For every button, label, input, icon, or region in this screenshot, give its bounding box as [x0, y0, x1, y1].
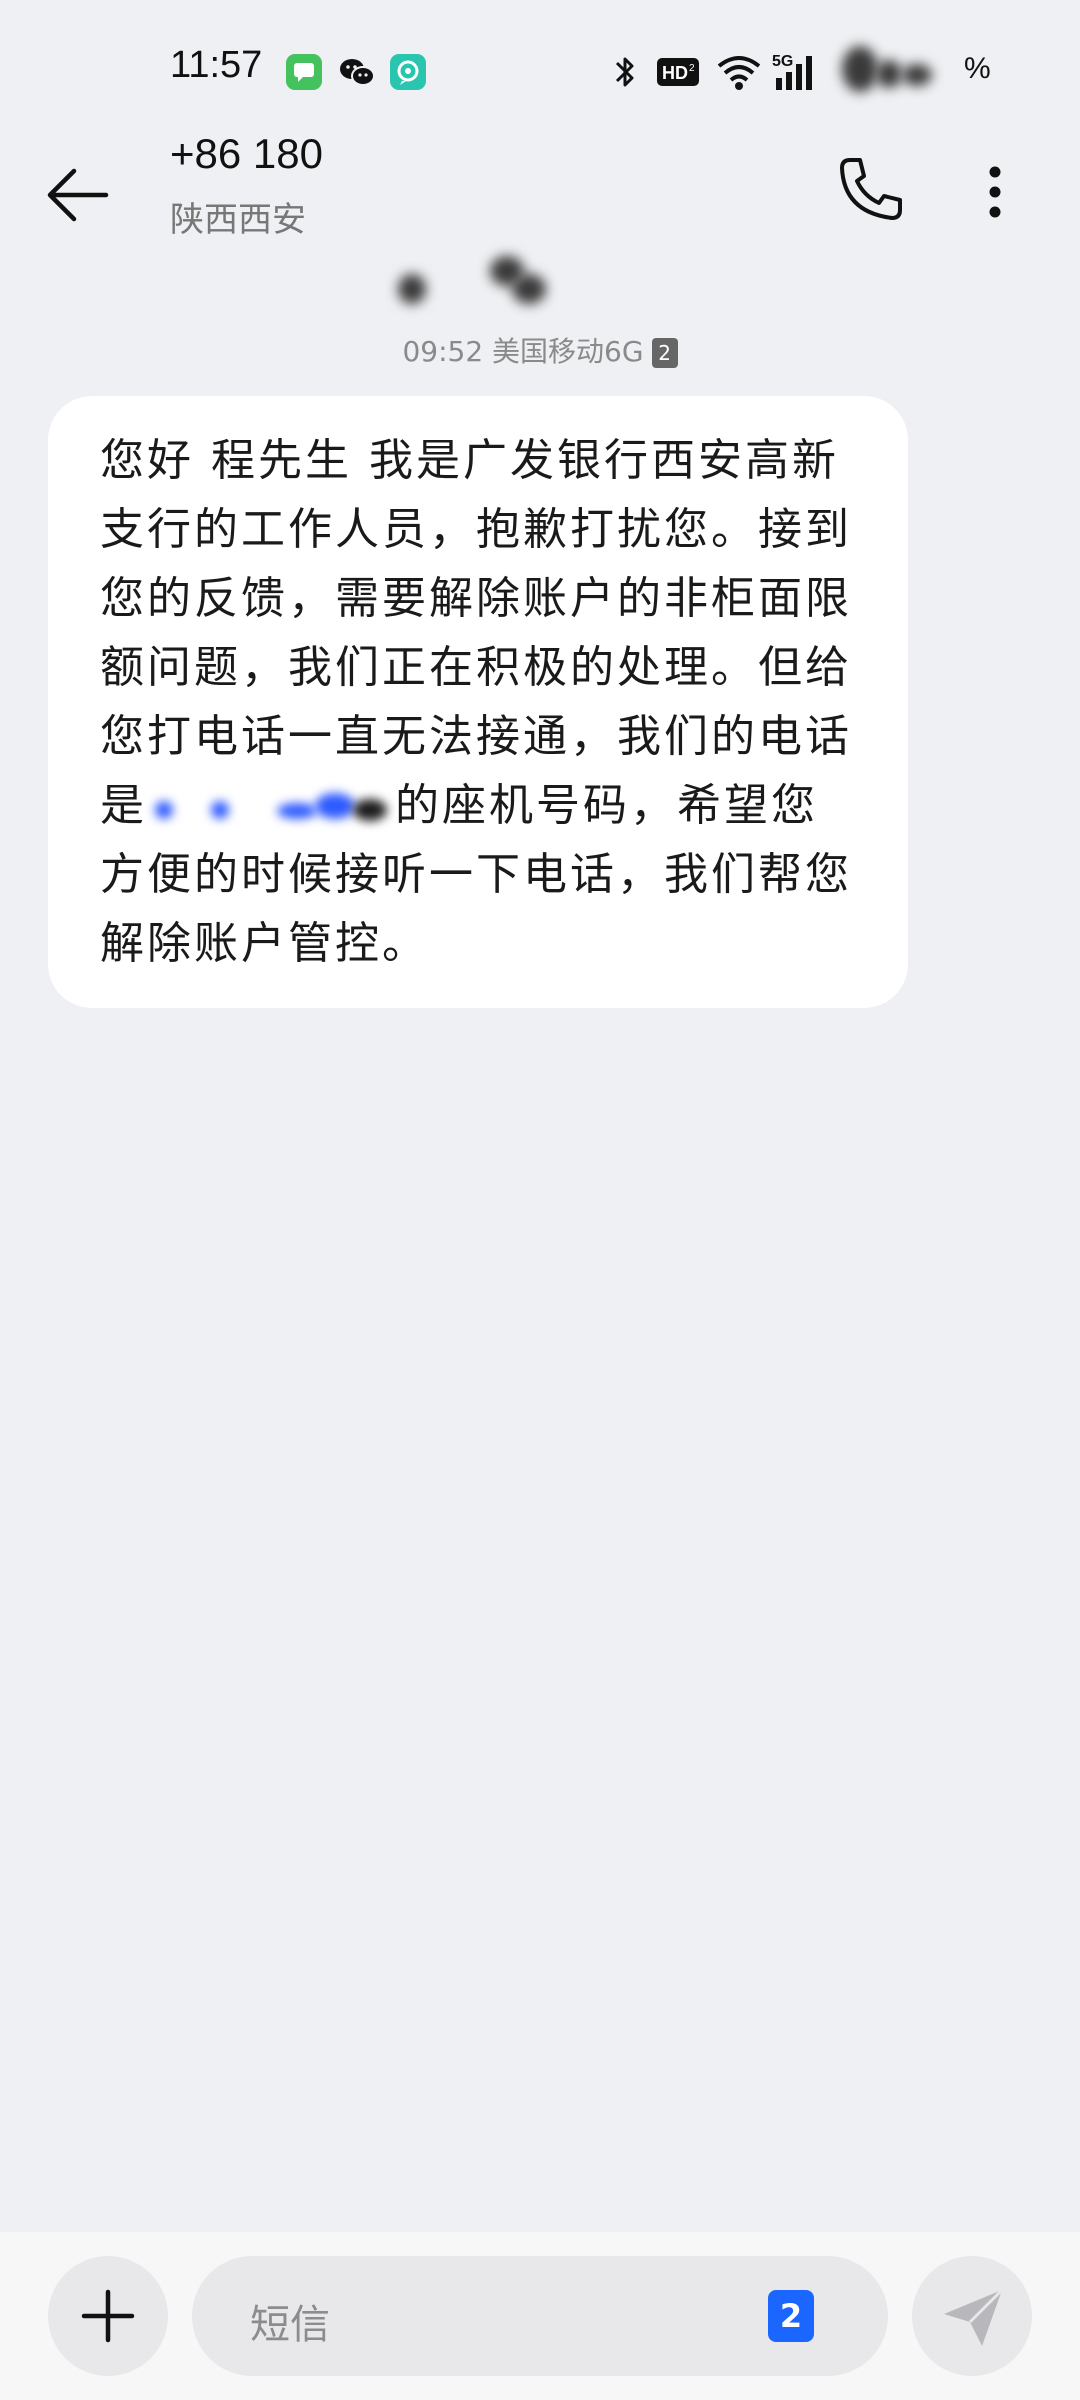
status-time: 11:57 — [170, 44, 263, 86]
hd-voice-icon: HD 2 — [656, 56, 700, 92]
send-icon — [944, 2288, 1004, 2346]
add-attachment-button[interactable] — [48, 2256, 168, 2376]
message-timestamp: 09:52 美国移动6G 2 — [0, 330, 1080, 370]
back-button[interactable] — [42, 160, 132, 250]
call-button[interactable] — [830, 150, 910, 230]
sim-badge: 2 — [651, 338, 678, 368]
battery-percent: % — [964, 52, 991, 85]
contact-number[interactable]: +86 180 — [170, 130, 323, 178]
app-notification-icon — [390, 54, 426, 90]
wifi-icon — [716, 52, 762, 96]
contact-location: 陕西西安 — [170, 200, 306, 240]
bluetooth-icon — [612, 54, 638, 94]
composer-bar: 短信 2 — [0, 2232, 1080, 2400]
more-vertical-icon — [989, 166, 1001, 218]
timestamp-time: 09:52 — [402, 335, 484, 368]
more-options-button[interactable] — [970, 150, 1020, 230]
message-text-part1: 您好 程先生 我是广发银行西安高新支行的工作人员，抱歉打扰您。接到您的反馈，需要… — [100, 435, 852, 831]
send-button[interactable] — [912, 2256, 1032, 2376]
sim-selector-button[interactable]: 2 — [768, 2290, 814, 2342]
svg-text:5G: 5G — [772, 53, 793, 70]
incoming-message-bubble[interactable]: 您好 程先生 我是广发银行西安高新支行的工作人员，抱歉打扰您。接到您的反馈，需要… — [48, 396, 908, 1008]
back-arrow-icon — [47, 168, 109, 222]
svg-text:HD: HD — [662, 63, 688, 83]
message-text: 您好 程先生 我是广发银行西安高新支行的工作人员，抱歉打扰您。接到您的反馈，需要… — [100, 426, 854, 978]
messages-notification-icon — [286, 54, 322, 90]
wechat-notification-icon — [338, 54, 375, 90]
plus-icon — [81, 2289, 135, 2343]
phone-icon — [840, 158, 902, 220]
timestamp-carrier: 美国移动6G — [492, 335, 644, 368]
redacted-phone-number — [147, 789, 395, 829]
cellular-signal-icon: 5G — [772, 50, 828, 96]
message-input-placeholder: 短信 — [250, 2302, 330, 2348]
svg-text:2: 2 — [689, 63, 695, 74]
message-input[interactable]: 短信 2 — [192, 2256, 888, 2376]
status-bar: 11:57 HD 2 5G % — [0, 0, 1080, 140]
conversation-header: +86 180 陕西西安 — [0, 120, 1080, 304]
